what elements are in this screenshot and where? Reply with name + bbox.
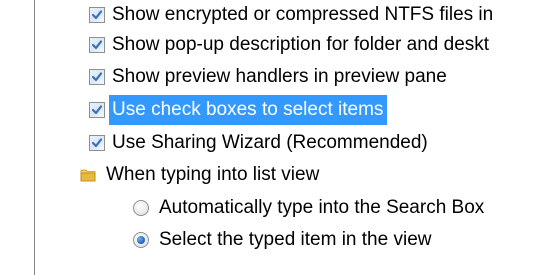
checkbox-checked[interactable]: [89, 102, 105, 118]
checkbox-checked[interactable]: [89, 7, 105, 23]
setting-show-popup-description[interactable]: Show pop-up description for folder and d…: [89, 30, 493, 60]
setting-use-check-boxes[interactable]: Use check boxes to select items: [89, 95, 388, 125]
setting-use-sharing-wizard[interactable]: Use Sharing Wizard (Recommended): [89, 128, 432, 158]
radio-dot-icon: [137, 236, 145, 244]
option-label: Automatically type into the Search Box: [159, 197, 485, 218]
folder-icon: [80, 167, 96, 183]
check-mark-icon: [91, 72, 103, 82]
checkbox-checked[interactable]: [89, 69, 105, 85]
radio-button-unselected[interactable]: [133, 200, 149, 216]
check-mark-icon: [91, 138, 103, 148]
checkbox-checked[interactable]: [89, 135, 105, 151]
check-mark-icon: [91, 10, 103, 20]
setting-label-selected: Use check boxes to select items: [109, 95, 388, 125]
setting-show-preview-handlers[interactable]: Show preview handlers in preview pane: [89, 62, 451, 92]
setting-label: Show preview handlers in preview pane: [112, 66, 447, 87]
option-select-typed-item[interactable]: Select the typed item in the view: [133, 225, 435, 255]
checkbox-checked[interactable]: [89, 37, 105, 53]
check-mark-icon: [91, 40, 103, 50]
option-label: Select the typed item in the view: [159, 229, 432, 250]
radio-button-selected[interactable]: [133, 232, 149, 248]
setting-group-when-typing[interactable]: When typing into list view: [80, 160, 323, 190]
setting-show-encrypted-ntfs[interactable]: Show encrypted or compressed NTFS files …: [89, 0, 497, 30]
setting-label: Show encrypted or compressed NTFS files …: [112, 4, 494, 25]
check-mark-icon: [91, 105, 103, 115]
setting-group-label: When typing into list view: [106, 164, 320, 185]
option-auto-type-search-box[interactable]: Automatically type into the Search Box: [133, 193, 488, 223]
setting-label: Show pop-up description for folder and d…: [112, 34, 490, 55]
setting-label: Use Sharing Wizard (Recommended): [112, 132, 428, 153]
advanced-settings-list[interactable]: Show encrypted or compressed NTFS files …: [35, 0, 544, 275]
